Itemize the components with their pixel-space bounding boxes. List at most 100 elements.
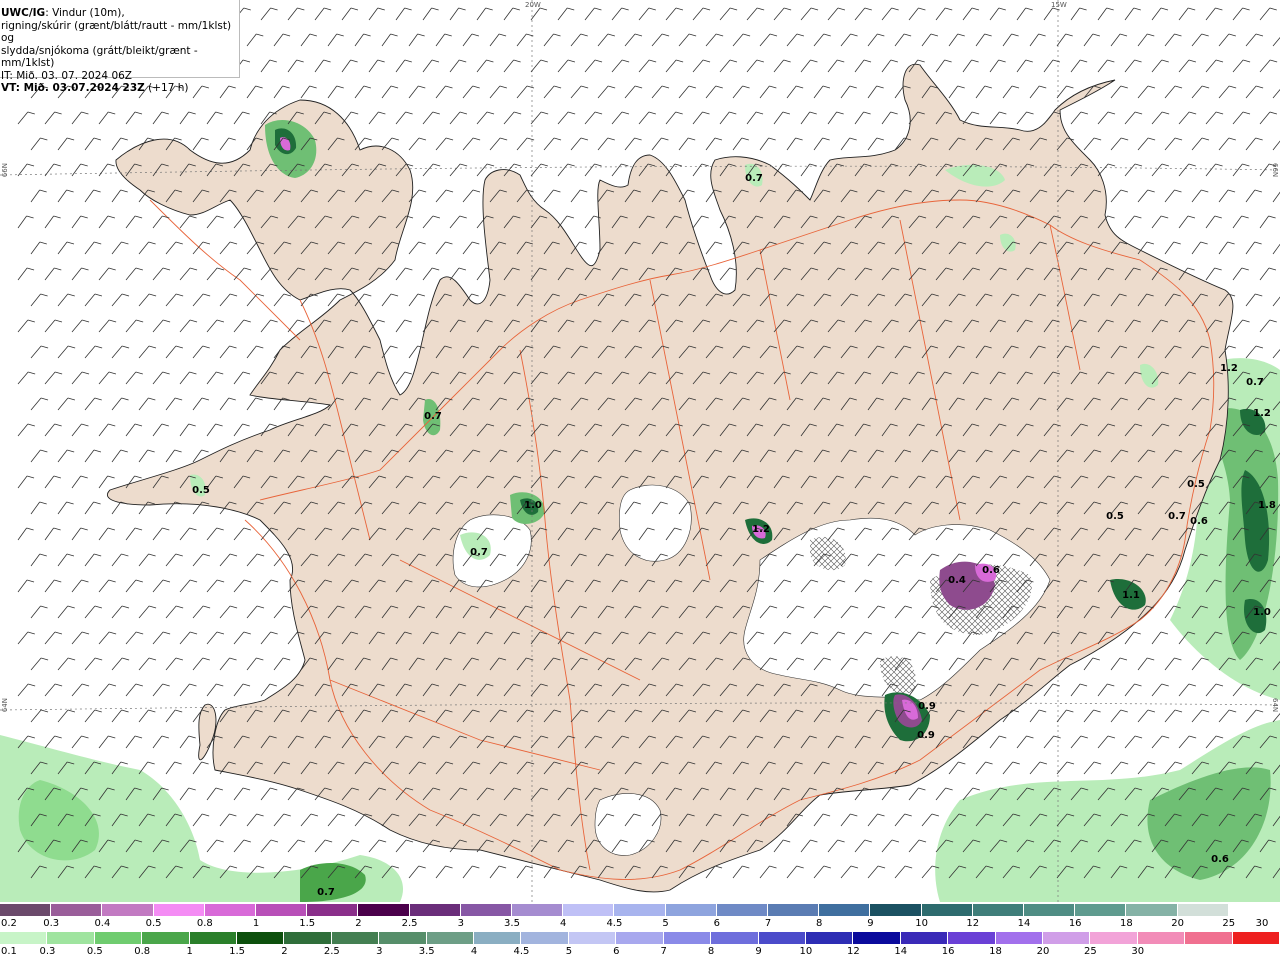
wind-barb xyxy=(30,449,48,463)
legend-tick-label: 2.5 xyxy=(323,946,340,957)
wind-barb xyxy=(1232,163,1250,177)
wind-barb xyxy=(206,423,223,437)
wind-barb xyxy=(1124,631,1141,645)
wind-barb xyxy=(1191,241,1208,255)
wind-barb xyxy=(44,579,62,593)
wind-barb xyxy=(381,85,399,99)
title-line-1: UWC/IG: Vindur (10m), xyxy=(1,7,239,20)
legend-swatch xyxy=(47,932,95,944)
wind-barb xyxy=(138,397,156,411)
wind-barb xyxy=(1272,89,1280,99)
wind-barb xyxy=(732,865,750,879)
wind-barb xyxy=(435,865,453,879)
wind-barb xyxy=(71,527,88,541)
legend-swatch xyxy=(1228,904,1280,916)
wind-barb xyxy=(17,631,35,645)
wind-barb xyxy=(219,397,236,411)
legend-swatch xyxy=(474,932,522,944)
wind-barb xyxy=(84,293,103,307)
legend-swatch xyxy=(1075,904,1127,916)
legend-tick-label: 25 xyxy=(1222,918,1236,929)
wind-barb xyxy=(84,189,101,203)
wind-barb xyxy=(557,163,575,177)
legend-tick-label: 9 xyxy=(867,918,874,929)
legend-tick-label: 18 xyxy=(989,946,1002,957)
wind-barb xyxy=(759,865,777,879)
wind-barb xyxy=(111,709,129,723)
wind-barb xyxy=(1191,709,1210,723)
wind-barb xyxy=(975,85,992,99)
wind-barb xyxy=(935,7,953,21)
wind-barb xyxy=(1110,189,1128,203)
wind-barb xyxy=(1124,111,1143,125)
wind-barb xyxy=(98,319,117,333)
legend-swatch xyxy=(568,932,617,944)
wind-barb xyxy=(800,59,818,73)
wind-barb xyxy=(1232,267,1249,281)
wind-barb xyxy=(435,33,452,47)
wind-barb xyxy=(98,215,116,229)
wind-barb xyxy=(530,7,548,21)
wind-barb xyxy=(489,33,507,47)
precip-value-label: 0.7 xyxy=(745,173,763,184)
legend-swatch xyxy=(256,904,308,916)
wind-barb xyxy=(570,137,589,151)
wind-barb xyxy=(1259,59,1278,73)
wind-barb xyxy=(1218,85,1237,99)
wind-barb xyxy=(206,371,224,385)
wind-barb xyxy=(800,839,818,853)
wind-barb xyxy=(840,865,859,879)
wind-barb xyxy=(1016,111,1034,125)
wind-barb xyxy=(1151,7,1169,21)
precip-value-label: 1.2 xyxy=(752,524,770,535)
wind-barb xyxy=(1218,33,1236,47)
wind-barb xyxy=(759,33,778,47)
legend-tick-label: 0.1 xyxy=(1,946,17,957)
wind-barb xyxy=(84,657,103,671)
wind-barb xyxy=(584,59,603,73)
wind-barb xyxy=(813,33,831,47)
wind-barb xyxy=(354,33,371,47)
wind-barb xyxy=(1272,191,1280,203)
precip-value-label: 1.2 xyxy=(1220,363,1238,374)
weather-map: 0.7 0.5 1.0 0.7 0.7 1.2 0.7 1.2 0.5 1.8 0.5 0.7 0.6 1… xyxy=(0,0,1280,902)
legend-swatch xyxy=(1126,904,1178,916)
wind-barb xyxy=(989,735,1007,749)
wind-barb xyxy=(57,189,74,203)
wind-barb xyxy=(422,59,440,73)
wind-barb xyxy=(692,59,711,73)
wind-barb xyxy=(260,787,278,801)
wind-barb xyxy=(314,7,332,21)
precip-value-label: 0.6 xyxy=(1190,516,1208,527)
wind-barb xyxy=(300,33,317,47)
wind-barb xyxy=(1151,683,1169,697)
wind-barb xyxy=(692,163,709,177)
wind-barb xyxy=(219,605,238,619)
wind-barb xyxy=(1191,85,1210,99)
wind-barb xyxy=(840,33,858,47)
wind-barb xyxy=(1097,59,1115,73)
legend-swatch xyxy=(1185,932,1233,944)
wind-barb xyxy=(152,111,169,125)
wind-barb xyxy=(233,371,251,385)
wind-barb xyxy=(1205,7,1223,21)
wind-barb xyxy=(1029,33,1046,47)
legend-tick-label: 1.5 xyxy=(299,918,316,929)
wind-barb xyxy=(449,59,467,73)
wind-barb xyxy=(786,85,804,99)
wind-barb xyxy=(1164,33,1182,47)
wind-barb xyxy=(1178,163,1196,177)
wind-barb xyxy=(1110,761,1129,775)
precip-value-label: 0.7 xyxy=(1168,511,1186,522)
wind-barb xyxy=(138,241,156,255)
wind-barb xyxy=(422,7,439,21)
legend-tick-label: 0.4 xyxy=(94,918,111,929)
legend-swatch xyxy=(614,904,666,916)
wind-barb xyxy=(881,7,899,21)
wind-barb xyxy=(462,85,480,99)
wind-barb xyxy=(260,319,278,333)
wind-barb xyxy=(422,163,441,177)
lat-label-66n-left: 66N xyxy=(1,163,9,178)
wind-barb xyxy=(1205,683,1224,697)
wind-barb xyxy=(1016,7,1033,21)
